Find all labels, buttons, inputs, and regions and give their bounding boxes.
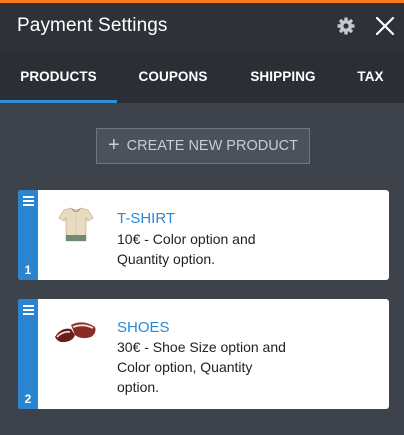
- tab-coupons[interactable]: COUPONS: [117, 50, 229, 103]
- header: Payment Settings: [0, 3, 404, 50]
- create-new-product-button[interactable]: + CREATE NEW PRODUCT: [96, 128, 310, 164]
- tab-shipping[interactable]: SHIPPING: [229, 50, 337, 103]
- close-icon[interactable]: [373, 14, 397, 38]
- create-new-product-label: CREATE NEW PRODUCT: [126, 138, 298, 154]
- tab-tax[interactable]: TAX: [337, 50, 404, 103]
- shoes-image: [51, 315, 101, 351]
- product-index: 1: [24, 263, 32, 277]
- product-card-shoes[interactable]: 2 SHOES 30€ - Shoe Size option and Color…: [18, 299, 389, 409]
- tab-bar: PRODUCTS COUPONS SHIPPING TAX: [0, 50, 404, 103]
- page-title: Payment Settings: [17, 15, 168, 36]
- drag-handle-icon[interactable]: [23, 305, 34, 315]
- product-card-tshirt[interactable]: 1 T-SHIRT 10€ - Color option and Quantit…: [18, 190, 389, 280]
- product-name[interactable]: SHOES: [117, 319, 170, 336]
- product-name[interactable]: T-SHIRT: [117, 210, 175, 227]
- drag-handle-icon[interactable]: [23, 196, 34, 206]
- product-description: 10€ - Color option and Quantity option.: [117, 231, 256, 267]
- tshirt-image: [51, 205, 101, 245]
- product-index: 2: [24, 392, 32, 406]
- product-description: 30€ - Shoe Size option and Color option,…: [117, 339, 286, 395]
- gear-icon[interactable]: [336, 16, 356, 36]
- tab-products[interactable]: PRODUCTS: [0, 50, 117, 103]
- plus-icon: +: [107, 134, 120, 156]
